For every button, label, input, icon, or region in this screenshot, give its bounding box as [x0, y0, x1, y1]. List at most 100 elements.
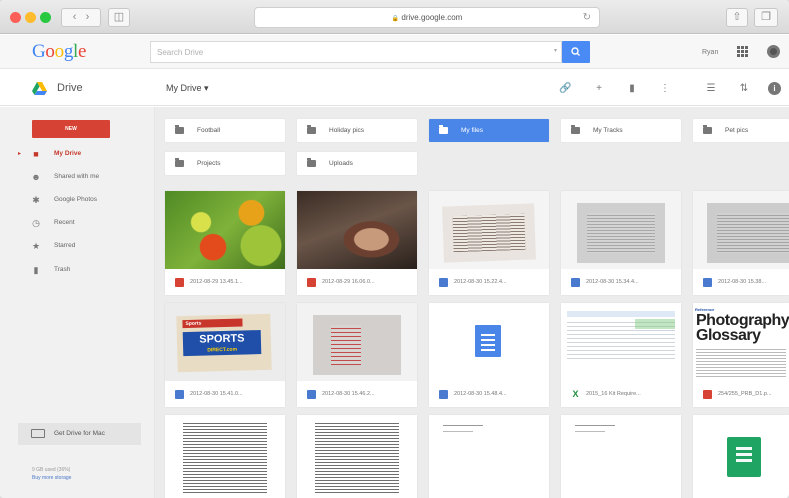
share-icon[interactable]: ⇧: [726, 8, 748, 27]
trash-icon[interactable]: ▮: [626, 83, 638, 94]
address-bar[interactable]: 🔒 drive.google.com ↻: [254, 7, 600, 28]
get-drive-label: Get Drive for Mac: [54, 430, 105, 437]
file-tile[interactable]: [165, 415, 285, 498]
apps-grid-icon[interactable]: [737, 46, 748, 57]
file-title: 2012-08-30 15.38...: [718, 279, 767, 285]
file-tile[interactable]: Reference Photography Glossary 254/255_P…: [693, 303, 789, 407]
pinwheel-icon: ✱: [32, 195, 40, 205]
info-icon[interactable]: i: [768, 82, 781, 95]
dropdown-arrow-icon[interactable]: ▾: [554, 47, 557, 54]
back-forward-buttons[interactable]: ‹ ›: [61, 8, 101, 27]
sidebar-item-label: Starred: [54, 242, 76, 249]
document-thumbnail: [165, 415, 285, 493]
sidebar-item-shared[interactable]: ☻ Shared with me: [0, 168, 155, 188]
storage-info: 9 GB used (36%) Buy more storage: [32, 466, 71, 482]
link-icon[interactable]: 🔗: [559, 83, 571, 94]
drive-label[interactable]: Drive: [57, 82, 83, 94]
file-tile[interactable]: X 2015_16 Kit Require...: [561, 303, 681, 407]
close-window-button[interactable]: [10, 12, 21, 23]
file-tile[interactable]: [693, 415, 789, 498]
folder-icon: [571, 125, 580, 134]
url-text: drive.google.com: [401, 13, 463, 22]
search-placeholder: Search Drive: [157, 48, 204, 57]
document-thumbnail: [429, 191, 549, 269]
file-tile[interactable]: Sports SPORTS DIRECT.com 2012-08-30 15.4…: [165, 303, 285, 407]
sort-icon[interactable]: ⇅: [738, 83, 750, 94]
search-input[interactable]: Search Drive ▾: [150, 41, 562, 63]
file-tile[interactable]: 2012-08-30 15.22.4...: [429, 191, 549, 295]
folder-tile[interactable]: Uploads: [297, 152, 417, 175]
spreadsheet-thumbnail: [693, 415, 789, 493]
folder-tile[interactable]: Holiday pics: [297, 119, 417, 142]
sidebar-item-recent[interactable]: ◷ Recent: [0, 214, 155, 234]
folder-name: My Tracks: [593, 127, 623, 134]
list-view-icon[interactable]: ☰: [705, 83, 717, 94]
expand-arrow-icon[interactable]: ▸: [18, 150, 21, 157]
maximize-window-button[interactable]: [40, 12, 51, 23]
file-title: 2012-08-30 15.41.0...: [190, 391, 243, 397]
folder-name: Holiday pics: [329, 127, 365, 134]
location-dropdown[interactable]: My Drive ▾: [166, 83, 209, 94]
folder-icon: [175, 125, 184, 134]
search-button[interactable]: [562, 41, 590, 63]
get-drive-for-mac-button[interactable]: Get Drive for Mac: [18, 423, 141, 445]
sidebar-item-label: My Drive: [54, 150, 82, 157]
user-name[interactable]: Ryan: [702, 49, 718, 56]
document-thumbnail: [693, 191, 789, 269]
sidebar-toggle-icon[interactable]: ◫: [108, 8, 130, 27]
sidebar-item-trash[interactable]: ▮ Trash: [0, 261, 155, 281]
sidebar-item-label: Google Photos: [54, 196, 98, 203]
folder-tile[interactable]: Projects: [165, 152, 285, 175]
sidebar-item-my-drive[interactable]: ▸ ■ My Drive: [0, 145, 155, 165]
file-tile[interactable]: [429, 415, 549, 498]
spreadsheet-thumbnail: [561, 303, 681, 381]
photo-thumbnail: [165, 191, 285, 269]
sidebar-item-starred[interactable]: ★ Starred: [0, 237, 155, 257]
doc-file-icon: [571, 278, 580, 287]
file-tile[interactable]: 2012-08-29 13.45.1...: [165, 191, 285, 295]
doc-file-icon: [439, 278, 448, 287]
add-person-icon[interactable]: +: [593, 83, 605, 94]
drive-folder-icon: ■: [33, 149, 39, 159]
trash-icon: ▮: [33, 265, 39, 275]
more-options-icon[interactable]: ⋮: [659, 83, 671, 94]
forward-arrow-icon[interactable]: ›: [86, 11, 90, 23]
storage-used: 9 GB used (36%): [32, 467, 71, 473]
sidebar-item-photos[interactable]: ✱ Google Photos: [0, 191, 155, 211]
folder-icon: [439, 125, 448, 134]
file-tile[interactable]: [561, 415, 681, 498]
tabs-icon[interactable]: ❐: [754, 8, 778, 27]
file-tile[interactable]: 2012-08-30 15.34.4...: [561, 191, 681, 295]
google-header: Google Search Drive ▾ Ryan: [0, 35, 789, 69]
folder-tile[interactable]: Football: [165, 119, 285, 142]
new-button[interactable]: NEW: [32, 120, 110, 138]
doc-file-icon: [439, 390, 448, 399]
back-arrow-icon[interactable]: ‹: [73, 11, 77, 23]
folder-name: Projects: [197, 160, 221, 167]
account-avatar[interactable]: [767, 45, 780, 58]
document-thumbnail: [297, 415, 417, 493]
folder-icon: [307, 158, 316, 167]
folder-tile-selected[interactable]: My files: [429, 119, 549, 142]
drive-logo-icon: [32, 82, 47, 95]
file-title: 2012-08-30 15.46.2...: [322, 391, 375, 397]
folder-tile[interactable]: Pet pics: [693, 119, 789, 142]
file-tile[interactable]: [297, 415, 417, 498]
minimize-window-button[interactable]: [25, 12, 36, 23]
document-thumbnail: [297, 303, 417, 381]
sidebar-item-label: Recent: [54, 219, 75, 226]
sidebar-item-label: Shared with me: [54, 173, 100, 180]
reload-icon[interactable]: ↻: [583, 8, 591, 27]
sports-logo: SPORTS DIRECT.com: [182, 330, 262, 357]
file-tile[interactable]: 2012-08-30 15.48.4...: [429, 303, 549, 407]
buy-storage-link[interactable]: Buy more storage: [32, 474, 71, 482]
file-title: 2012-08-29 16.06.0...: [322, 279, 375, 285]
folder-tile[interactable]: My Tracks: [561, 119, 681, 142]
file-tile[interactable]: 2012-08-30 15.46.2...: [297, 303, 417, 407]
drive-toolbar: Drive My Drive ▾ 🔗 + ▮ ⋮ ☰ ⇅ i: [0, 70, 789, 106]
file-tile[interactable]: 2012-08-29 16.06.0...: [297, 191, 417, 295]
doc-file-icon: [307, 390, 316, 399]
file-tile[interactable]: 2012-08-30 15.38...: [693, 191, 789, 295]
sidebar: NEW ▸ ■ My Drive ☻ Shared with me ✱ Goog…: [0, 107, 155, 498]
google-logo[interactable]: Google: [32, 41, 86, 63]
